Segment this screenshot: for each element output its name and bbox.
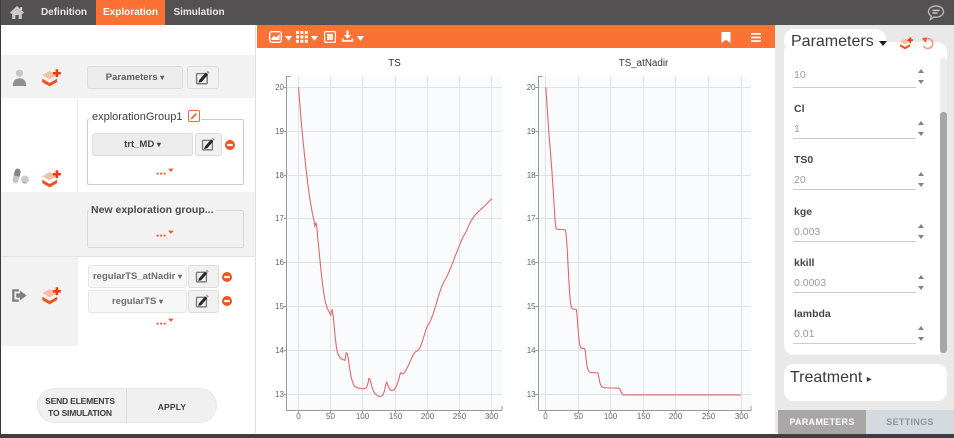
svg-text:16: 16 <box>527 258 536 267</box>
svg-text:13: 13 <box>527 390 536 399</box>
svg-text:20: 20 <box>527 83 536 92</box>
svg-text:17: 17 <box>275 214 284 223</box>
svg-text:TS: TS <box>388 58 401 69</box>
svg-text:18: 18 <box>527 171 536 180</box>
svg-text:19: 19 <box>527 127 536 136</box>
svg-text:17: 17 <box>527 214 536 223</box>
svg-text:14: 14 <box>275 346 284 355</box>
svg-text:13: 13 <box>275 390 284 399</box>
svg-text:15: 15 <box>275 302 284 311</box>
svg-text:20: 20 <box>275 83 284 92</box>
svg-text:19: 19 <box>275 127 284 136</box>
svg-text:16: 16 <box>275 258 284 267</box>
svg-text:TS_atNadir: TS_atNadir <box>619 58 669 69</box>
svg-text:18: 18 <box>275 171 284 180</box>
svg-text:15: 15 <box>527 302 536 311</box>
svg-text:14: 14 <box>527 346 536 355</box>
